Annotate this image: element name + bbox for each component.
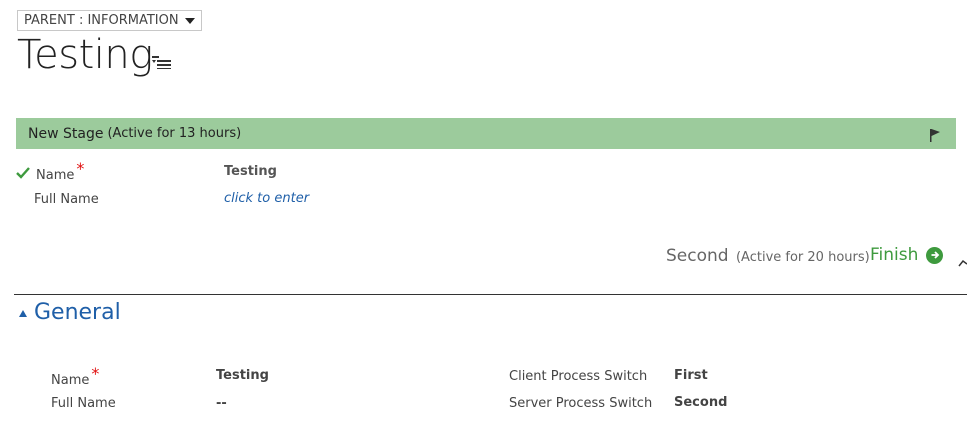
stage-field-fullname-label: Full Name xyxy=(34,192,99,207)
next-stage-active-note: (Active for 20 hours) xyxy=(735,250,870,265)
stage-field-name-value[interactable]: Testing xyxy=(224,164,277,179)
field-client-process-switch-label: Client Process Switch xyxy=(509,369,648,384)
caret-down-icon xyxy=(184,17,195,24)
stage-field-fullname-input[interactable]: click to enter xyxy=(224,191,309,206)
menu-list-icon[interactable] xyxy=(152,54,172,73)
finish-button[interactable]: Finish xyxy=(870,245,944,265)
stage-field-name-text: Name xyxy=(36,168,75,183)
flag-icon[interactable] xyxy=(930,127,940,146)
collapse-arrow-icon[interactable] xyxy=(958,252,967,271)
form-selector-label: PARENT : INFORMATION xyxy=(24,13,179,28)
section-title: General xyxy=(34,300,121,325)
field-server-process-switch-value[interactable]: Second xyxy=(674,395,727,410)
stage-active-note: (Active for 13 hours) xyxy=(107,126,242,141)
field-fullname-label: Full Name xyxy=(51,396,116,411)
field-name-text: Name xyxy=(51,373,90,388)
field-fullname-value[interactable]: -- xyxy=(216,396,227,411)
form-selector[interactable]: PARENT : INFORMATION xyxy=(17,10,202,31)
next-stage[interactable]: Second (Active for 20 hours) xyxy=(666,246,870,266)
finish-label: Finish xyxy=(870,245,919,265)
section-divider xyxy=(14,294,967,295)
arrow-right-circle-icon xyxy=(926,246,944,264)
record-title: Testing xyxy=(17,32,153,78)
field-client-process-switch-value[interactable]: First xyxy=(674,368,708,383)
process-stage-bar[interactable]: New Stage (Active for 13 hours) xyxy=(16,118,956,149)
field-name-value[interactable]: Testing xyxy=(216,368,269,383)
section-header-general[interactable]: General xyxy=(19,300,121,325)
stage-field-name-label: Name * xyxy=(36,159,84,183)
field-server-process-switch-label: Server Process Switch xyxy=(509,396,653,411)
checkmark-icon xyxy=(16,164,30,183)
stage-name: New Stage xyxy=(28,125,104,142)
expand-triangle-icon xyxy=(19,310,27,317)
required-indicator: * xyxy=(76,159,85,178)
next-stage-name: Second xyxy=(666,246,729,266)
field-name-label: Name * xyxy=(51,364,99,388)
required-indicator: * xyxy=(91,364,100,383)
